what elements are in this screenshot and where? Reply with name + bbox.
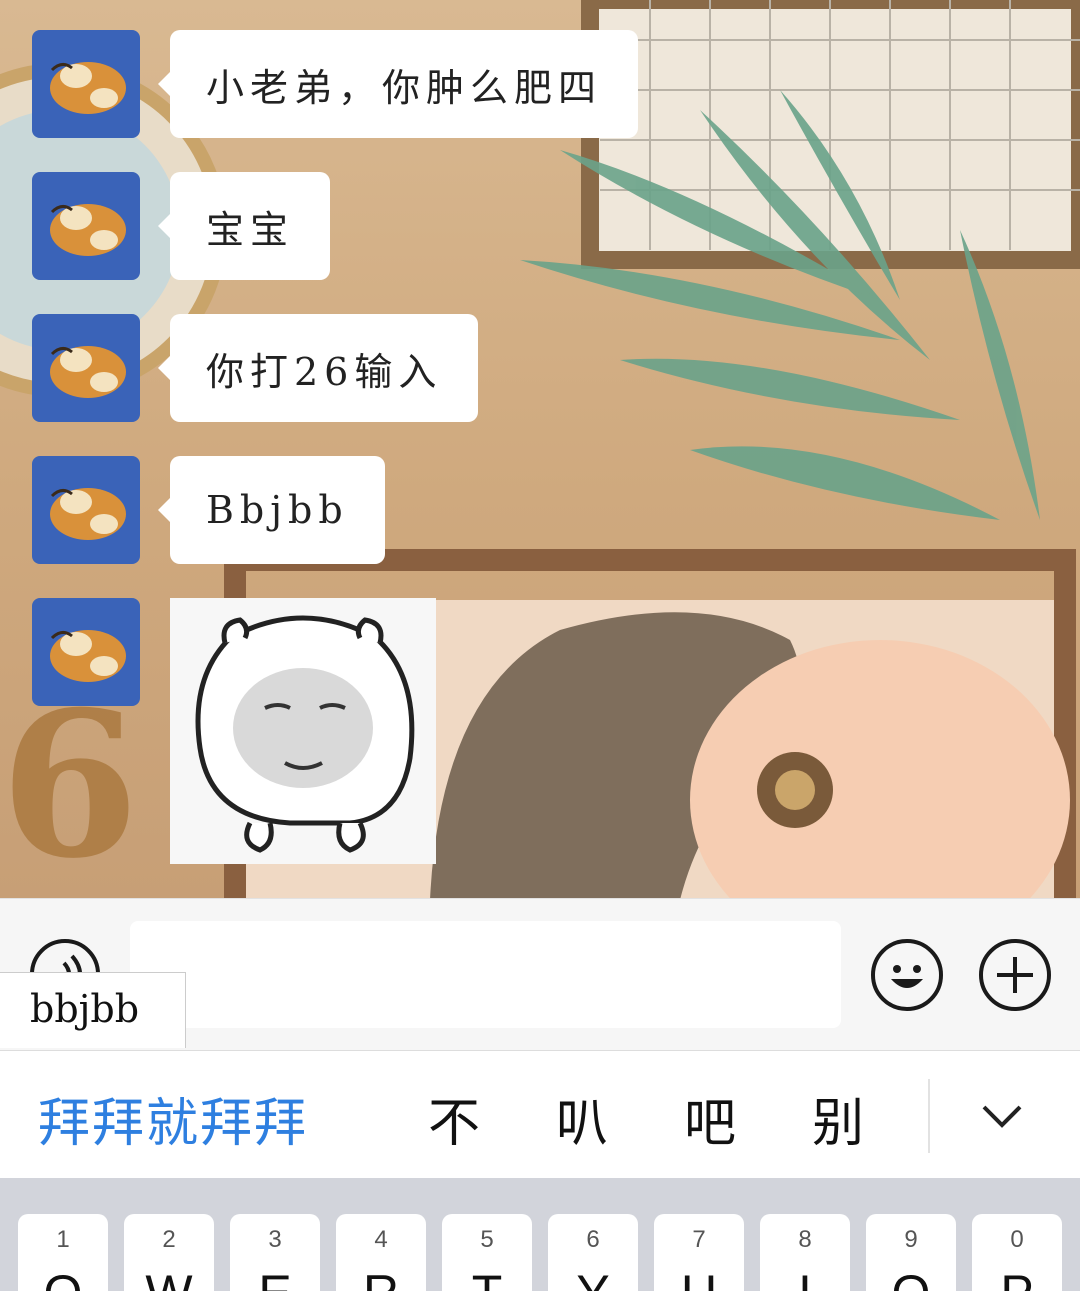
avatar[interactable] xyxy=(32,456,140,564)
message-row: 你打26输入 xyxy=(32,314,479,422)
message-bubble[interactable]: 宝宝 xyxy=(157,172,331,280)
sticker-image[interactable] xyxy=(170,598,436,864)
key-p[interactable]: 0P xyxy=(972,1214,1062,1291)
avatar[interactable] xyxy=(32,314,140,422)
key-number: 4 xyxy=(374,1226,388,1253)
message-bubble[interactable]: 你打26输入 xyxy=(157,314,479,422)
emoji-icon[interactable] xyxy=(871,939,943,1011)
key-number: 2 xyxy=(162,1226,176,1253)
candidate-item[interactable]: 不 xyxy=(428,1081,480,1156)
candidate-item[interactable]: 拜拜就拜拜 xyxy=(38,1081,308,1156)
key-number: 1 xyxy=(56,1226,70,1253)
avatar[interactable] xyxy=(32,172,140,280)
avatar[interactable] xyxy=(32,598,140,706)
keyboard: 1Q 2W 3E 4R 5T 6Y 7U 8I 9O 0P xyxy=(0,1178,1080,1291)
key-letter: T xyxy=(442,1264,532,1291)
key-i[interactable]: 8I xyxy=(760,1214,850,1291)
key-letter: E xyxy=(230,1264,320,1291)
key-letter: R xyxy=(336,1264,426,1291)
key-y[interactable]: 6Y xyxy=(548,1214,638,1291)
key-o[interactable]: 9O xyxy=(866,1214,956,1291)
key-t[interactable]: 5T xyxy=(442,1214,532,1291)
key-number: 7 xyxy=(692,1226,706,1253)
key-number: 9 xyxy=(904,1226,918,1253)
message-input[interactable] xyxy=(130,921,841,1028)
candidate-bar: 拜拜就拜拜 不 叭 吧 别 xyxy=(0,1050,1080,1179)
key-r[interactable]: 4R xyxy=(336,1214,426,1291)
key-letter: W xyxy=(124,1264,214,1291)
chevron-down-icon[interactable] xyxy=(978,1091,1026,1139)
key-number: 3 xyxy=(268,1226,282,1253)
key-number: 6 xyxy=(586,1226,600,1253)
key-letter: Y xyxy=(548,1264,638,1291)
key-u[interactable]: 7U xyxy=(654,1214,744,1291)
key-number: 0 xyxy=(1010,1226,1024,1253)
avatar[interactable] xyxy=(32,30,140,138)
message-row: 宝宝 xyxy=(32,172,331,280)
composition-text: bbjbb xyxy=(0,972,186,1048)
key-letter: O xyxy=(866,1264,956,1291)
message-row: 小老弟，你肿么肥四 xyxy=(32,30,639,138)
candidate-item[interactable]: 别 xyxy=(812,1081,864,1156)
candidate-item[interactable]: 叭 xyxy=(556,1081,608,1156)
key-number: 5 xyxy=(480,1226,494,1253)
key-q[interactable]: 1Q xyxy=(18,1214,108,1291)
message-row: Bbjbb xyxy=(32,456,385,564)
key-w[interactable]: 2W xyxy=(124,1214,214,1291)
message-bubble[interactable]: Bbjbb xyxy=(158,456,385,564)
key-letter: Q xyxy=(18,1264,108,1291)
key-e[interactable]: 3E xyxy=(230,1214,320,1291)
plus-icon[interactable] xyxy=(979,939,1051,1011)
candidate-item[interactable]: 吧 xyxy=(684,1081,736,1156)
message-row xyxy=(32,598,436,864)
message-bubble[interactable]: 小老弟，你肿么肥四 xyxy=(157,30,639,138)
key-letter: U xyxy=(654,1264,744,1291)
key-letter: I xyxy=(760,1264,850,1291)
key-number: 8 xyxy=(798,1226,812,1253)
key-letter: P xyxy=(972,1264,1062,1291)
divider xyxy=(928,1079,930,1153)
